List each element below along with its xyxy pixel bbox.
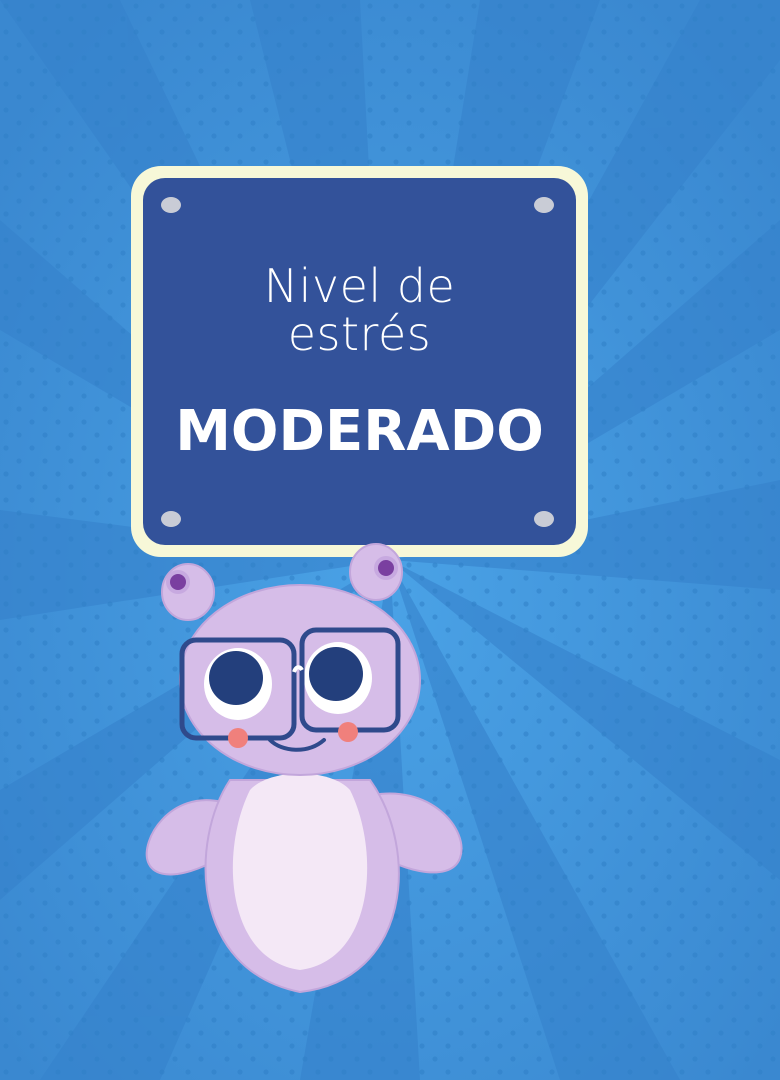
- screw-icon: [534, 511, 554, 527]
- stress-level-value: MODERADO: [175, 399, 544, 464]
- sign-label: Nivel de estrés: [143, 262, 576, 358]
- sign-panel: Nivel de estrés MODERADO: [143, 178, 576, 545]
- sign-label-line1: Nivel de: [263, 259, 456, 313]
- stress-level-sign: Nivel de estrés MODERADO: [131, 166, 588, 557]
- screw-icon: [534, 197, 554, 213]
- screw-icon: [161, 511, 181, 527]
- sign-label-line2: estrés: [287, 307, 432, 361]
- screw-icon: [161, 197, 181, 213]
- alien-mascot-icon: [145, 543, 463, 994]
